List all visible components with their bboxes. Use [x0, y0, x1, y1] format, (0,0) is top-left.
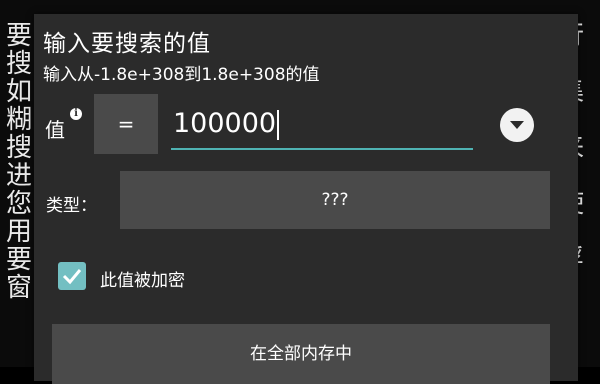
dialog-subtitle: 输入从-1.8e+308到1.8e+308的值 [43, 65, 320, 85]
background-text-left: 要 搜 如 糊 搜 进 您 用 要 窗 [4, 22, 34, 302]
background-char: 如 [5, 77, 32, 107]
history-dropdown-button[interactable] [500, 108, 534, 142]
chevron-down-icon [510, 121, 524, 129]
dialog-title: 输入要搜索的值 [43, 31, 211, 57]
search-all-memory-button[interactable]: 在全部内存中 [52, 324, 550, 384]
value-input-value: 100000 [173, 108, 277, 139]
background-char: 糊 [5, 105, 32, 135]
type-select-button[interactable]: ??? [120, 171, 550, 229]
background-char: 进 [5, 161, 32, 191]
background-char: 要 [5, 245, 32, 275]
type-label: 类型： [46, 196, 97, 216]
value-label: 值 [45, 118, 65, 142]
search-value-dialog: 输入要搜索的值 输入从-1.8e+308到1.8e+308的值 值 i = 10… [34, 14, 578, 384]
text-cursor [277, 109, 280, 140]
info-icon[interactable]: i [70, 108, 82, 120]
background-char: 用 [5, 217, 32, 247]
background-char: 搜 [5, 133, 32, 163]
background-char: 搜 [5, 49, 32, 79]
background-char: 窗 [5, 273, 32, 303]
operator-button[interactable]: = [94, 94, 158, 154]
checkmark-icon [62, 269, 82, 285]
encrypted-checkbox[interactable] [58, 262, 86, 290]
encrypted-checkbox-label[interactable]: 此值被加密 [100, 266, 185, 291]
background-char: 您 [5, 189, 32, 219]
value-input-text: 100000 [173, 108, 280, 140]
background-char: 要 [5, 21, 32, 51]
